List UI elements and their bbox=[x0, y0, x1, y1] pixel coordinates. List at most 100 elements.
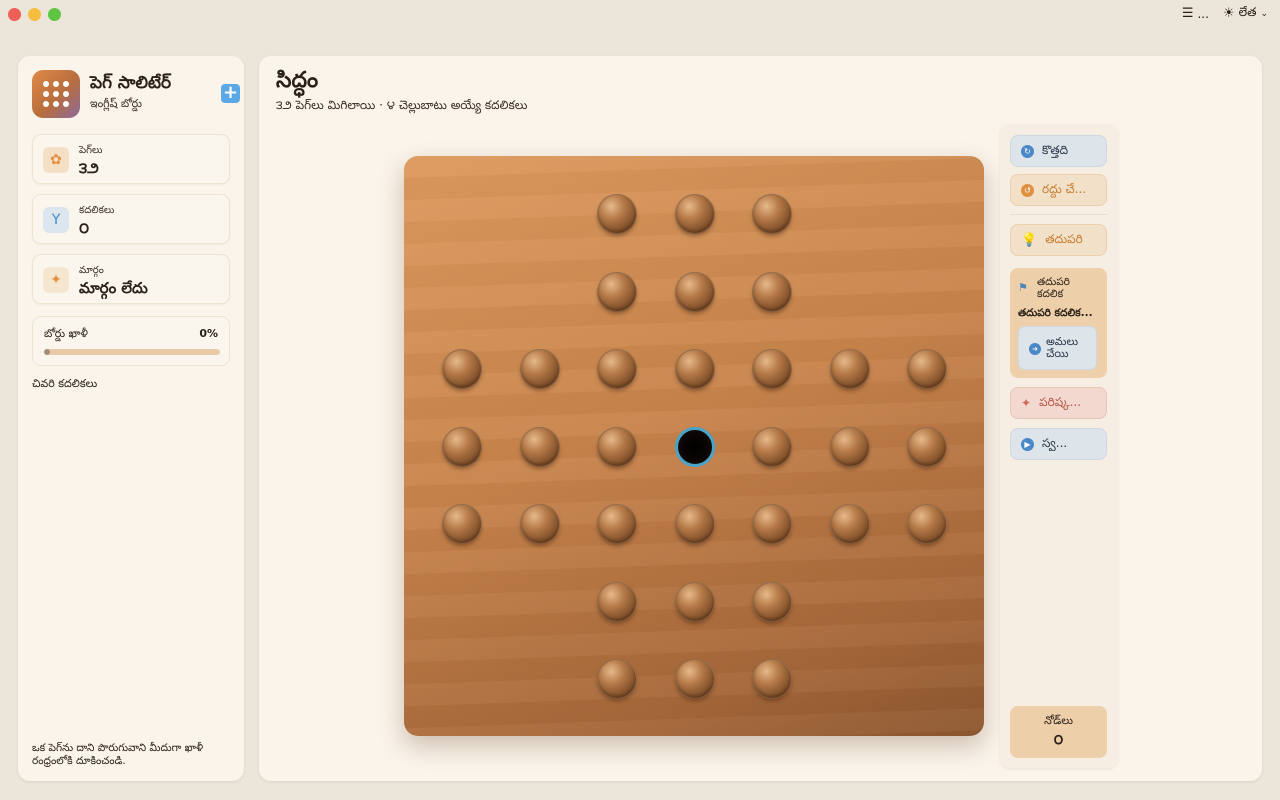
board-hole[interactable] bbox=[752, 349, 792, 389]
settings-menu[interactable]: ☰ ... bbox=[1182, 6, 1209, 21]
board-hole[interactable] bbox=[752, 504, 792, 544]
peg[interactable] bbox=[908, 350, 946, 388]
undo-button[interactable]: ↺ రద్దు చే... bbox=[1010, 174, 1107, 206]
peg[interactable] bbox=[830, 427, 869, 466]
board-hole[interactable] bbox=[597, 504, 637, 544]
sliders-icon: ☰ bbox=[1181, 6, 1194, 21]
peg[interactable] bbox=[520, 350, 559, 388]
peg[interactable] bbox=[443, 427, 481, 466]
board-progress-card: బోర్డు ఖాళీ 0% bbox=[32, 316, 230, 366]
peg[interactable] bbox=[830, 350, 869, 388]
peg[interactable] bbox=[598, 582, 636, 621]
board-hole[interactable] bbox=[674, 194, 715, 234]
board-hole[interactable] bbox=[752, 271, 792, 312]
board-hole[interactable] bbox=[597, 194, 637, 234]
next-move-text: తదుపరి కదలిక... bbox=[1018, 307, 1093, 319]
minimize-window-button[interactable] bbox=[28, 8, 41, 21]
board-hole[interactable] bbox=[519, 349, 560, 389]
refresh-icon: ↻ bbox=[1021, 144, 1034, 158]
progress-bar bbox=[44, 349, 220, 355]
controls-panel: ↻ కొత్తది ↺ రద్దు చే... 💡 తదుపరి ⚑ తదుపర… bbox=[1000, 124, 1118, 768]
apply-move-button[interactable]: ➜ అమలు చేయి bbox=[1018, 326, 1097, 370]
board-hole[interactable] bbox=[907, 426, 947, 467]
next-move-card: ⚑ తదుపరి కదలిక తదుపరి కదలిక... ➜ అమలు చే… bbox=[1010, 268, 1107, 378]
board-hole[interactable] bbox=[597, 349, 637, 389]
board-hole[interactable] bbox=[442, 426, 482, 467]
board-hole[interactable] bbox=[597, 581, 637, 622]
new-game-label: కొత్తది bbox=[1042, 142, 1069, 157]
board-hole[interactable] bbox=[674, 349, 715, 389]
board-hole[interactable] bbox=[674, 659, 715, 699]
board-hole[interactable] bbox=[519, 426, 560, 467]
theme-menu[interactable]: ☀ లేత ⌄ bbox=[1223, 5, 1268, 22]
board-hole[interactable] bbox=[752, 581, 792, 622]
chevron-down-icon: ⌄ bbox=[1260, 8, 1268, 19]
peg[interactable] bbox=[520, 427, 559, 466]
board-hole[interactable] bbox=[674, 504, 715, 544]
board-hole[interactable] bbox=[442, 349, 482, 389]
progress-fill bbox=[44, 349, 50, 355]
new-game-button[interactable]: ↻ కొత్తది bbox=[1010, 135, 1107, 167]
theme-label: లేత bbox=[1238, 5, 1257, 19]
peg[interactable] bbox=[675, 272, 714, 311]
board-hole[interactable] bbox=[442, 504, 482, 544]
board-hole[interactable] bbox=[907, 504, 947, 544]
board-hole[interactable] bbox=[597, 659, 637, 699]
peg[interactable] bbox=[598, 195, 636, 233]
board-hole[interactable] bbox=[519, 504, 560, 544]
pegs-icon: ✿ bbox=[43, 147, 69, 173]
solve-button[interactable]: ✦ పరిష్క... bbox=[1010, 387, 1107, 419]
board-hole[interactable] bbox=[752, 426, 792, 467]
peg[interactable] bbox=[598, 505, 636, 543]
peg[interactable] bbox=[753, 272, 791, 311]
hint-button[interactable]: 💡 తదుపరి bbox=[1010, 224, 1107, 256]
board-hole[interactable] bbox=[829, 426, 870, 467]
peg[interactable] bbox=[598, 427, 636, 466]
peg[interactable] bbox=[753, 582, 791, 621]
undo-label: రద్దు చే... bbox=[1042, 181, 1087, 196]
board-hole[interactable] bbox=[752, 659, 792, 699]
peg[interactable] bbox=[675, 195, 714, 233]
peg[interactable] bbox=[675, 505, 714, 543]
peg[interactable] bbox=[675, 660, 714, 698]
board-hole[interactable] bbox=[829, 349, 870, 389]
board-hole[interactable] bbox=[752, 194, 792, 234]
board-hole[interactable] bbox=[674, 426, 715, 467]
peg[interactable] bbox=[753, 660, 791, 698]
peg[interactable] bbox=[598, 350, 636, 388]
settings-label: ... bbox=[1197, 6, 1209, 21]
board-hole[interactable] bbox=[907, 349, 947, 389]
board-hole[interactable] bbox=[597, 271, 637, 312]
peg[interactable] bbox=[520, 505, 559, 543]
app-header: పెగ్ సాలిటేర్ ఇంగ్లీష్ బోర్డు + bbox=[32, 70, 240, 118]
peg[interactable] bbox=[753, 195, 791, 233]
apply-label: అమలు చేయి bbox=[1046, 335, 1079, 360]
divider bbox=[1010, 214, 1107, 215]
add-button[interactable]: + bbox=[221, 84, 240, 103]
peg[interactable] bbox=[830, 505, 869, 543]
empty-hole-selected[interactable] bbox=[674, 426, 715, 467]
peg[interactable] bbox=[753, 350, 791, 388]
zoom-window-button[interactable] bbox=[48, 8, 61, 21]
stat-card-moves: Y కదలికలు ౦ bbox=[32, 194, 230, 244]
app-title: పెగ్ సాలిటేర్ bbox=[90, 73, 172, 93]
peg[interactable] bbox=[675, 350, 714, 388]
peg[interactable] bbox=[753, 505, 791, 543]
stat-card-pegs: ✿ పెగ్‌లు ౩౨ bbox=[32, 134, 230, 184]
board-hole[interactable] bbox=[674, 581, 715, 622]
close-window-button[interactable] bbox=[8, 8, 21, 21]
autoplay-button[interactable]: ▶ స్వ... bbox=[1010, 428, 1107, 460]
peg[interactable] bbox=[908, 427, 946, 466]
peg[interactable] bbox=[753, 427, 791, 466]
peg[interactable] bbox=[675, 582, 714, 621]
peg[interactable] bbox=[908, 505, 946, 543]
board-hole[interactable] bbox=[597, 426, 637, 467]
stat-card-path: ✦ మార్గం మార్గం లేదు bbox=[32, 254, 230, 304]
peg[interactable] bbox=[443, 350, 481, 388]
board-hole[interactable] bbox=[674, 271, 715, 312]
peg[interactable] bbox=[598, 660, 636, 698]
peg[interactable] bbox=[598, 272, 636, 311]
instructions-text: ఒక పెగ్‌ను దాని పొరుగువాని మీదుగా ఖాళీ ర… bbox=[32, 742, 204, 767]
peg[interactable] bbox=[443, 505, 481, 543]
board-hole[interactable] bbox=[829, 504, 870, 544]
